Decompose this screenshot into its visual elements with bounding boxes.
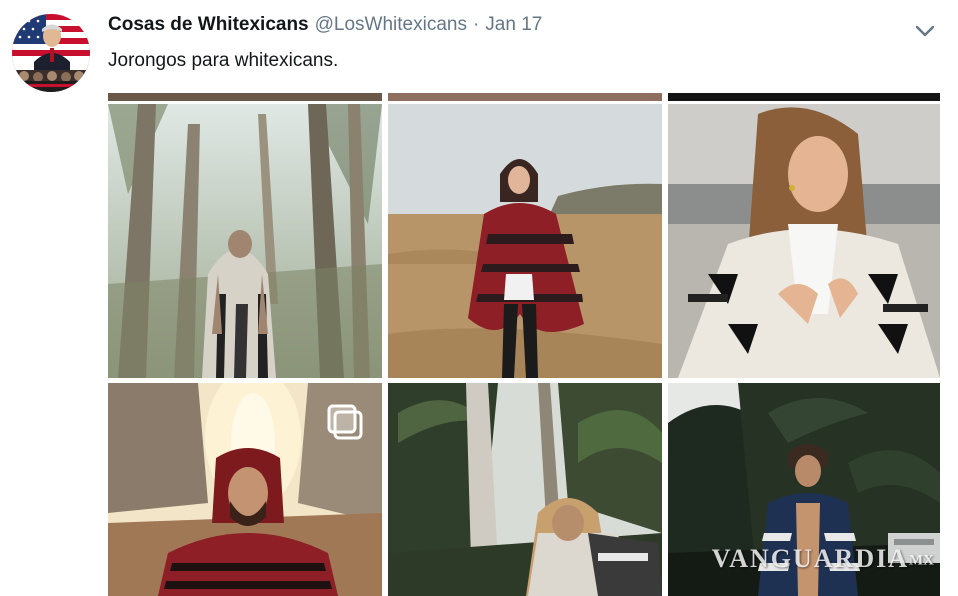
separator-dot: ·: [472, 14, 480, 35]
display-name[interactable]: Cosas de Whitexicans: [108, 14, 309, 36]
media-top-strip: [388, 93, 662, 101]
media-top-strip: [108, 93, 382, 101]
flag-avatar-icon: [12, 14, 90, 92]
watermark-text: VANGUARDIA: [711, 544, 909, 573]
avatar[interactable]: [12, 14, 90, 92]
tweet-text: Jorongos para whitexicans.: [108, 50, 339, 71]
chevron-down-icon[interactable]: [912, 18, 938, 44]
photo-woman-red-poncho-field[interactable]: [388, 104, 662, 378]
vanguardia-watermark: VANGUARDIAMX: [712, 544, 934, 574]
user-handle[interactable]: @LosWhitexicans: [315, 14, 467, 36]
watermark-suffix: MX: [909, 552, 934, 569]
tweet-date[interactable]: Jan 17: [485, 14, 542, 36]
media-grid[interactable]: VANGUARDIAMX: [108, 93, 940, 596]
tweet[interactable]: Cosas de Whitexicans @LosWhitexicans · J…: [0, 0, 958, 596]
photo-woman-white-poncho-beach[interactable]: [668, 104, 940, 378]
tweet-header: Cosas de Whitexicans @LosWhitexicans · J…: [108, 14, 542, 42]
photo-man-red-poncho-cliffs[interactable]: [108, 383, 382, 596]
photo-man-sitting-jungle[interactable]: [388, 383, 662, 596]
media-top-strip: [668, 93, 940, 101]
photo-forest-poncho[interactable]: [108, 104, 382, 378]
stacked-squares-icon: [326, 403, 364, 441]
